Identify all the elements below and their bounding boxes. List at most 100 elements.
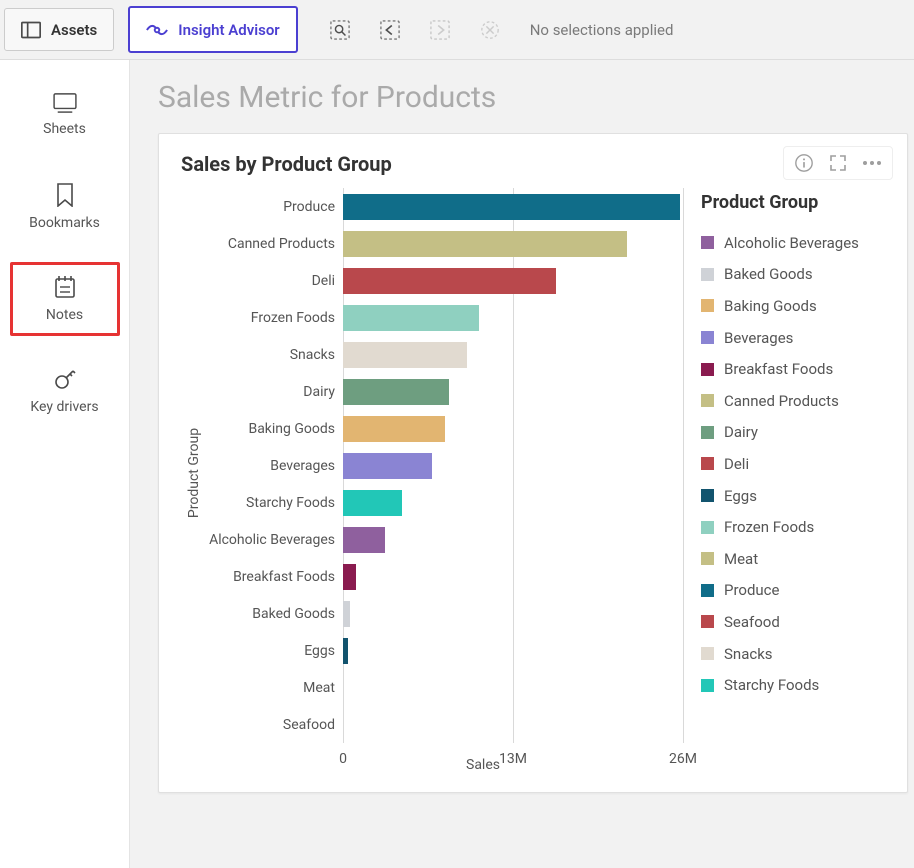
search-selections-icon[interactable] (330, 20, 350, 40)
chart-card: Sales by Product Group Product Group (158, 133, 908, 793)
selection-tools: No selections applied (302, 0, 702, 59)
legend-swatch (701, 394, 714, 407)
legend-item[interactable]: Starchy Foods (701, 669, 897, 701)
bar-row[interactable]: Starchy Foods (207, 484, 683, 521)
legend-label: Snacks (724, 645, 773, 663)
legend-item[interactable]: Produce (701, 575, 897, 607)
legend-item[interactable]: Breakfast Foods (701, 353, 897, 385)
bars-area: Produce Canned Products Deli Frozen Foods Sn… (207, 188, 683, 743)
legend-label: Seafood (724, 613, 780, 631)
bar-row[interactable]: Alcoholic Beverages (207, 521, 683, 558)
bar-row[interactable]: Frozen Foods (207, 299, 683, 336)
legend-swatch (701, 426, 714, 439)
chart-area: Product Group Produce Canned Products Deli… (181, 188, 897, 758)
x-tick: 13M (499, 751, 527, 767)
legend-label: Breakfast Foods (724, 360, 833, 378)
more-menu-icon[interactable] (862, 160, 882, 166)
bar-track (343, 638, 683, 664)
topbar: Assets Insight Advisor No selections app… (0, 0, 914, 60)
legend-label: Beverages (724, 329, 793, 347)
legend-label: Alcoholic Beverages (724, 234, 859, 252)
bar-row[interactable]: Eggs (207, 632, 683, 669)
bar-fill (343, 564, 356, 590)
bar-track (343, 416, 683, 442)
legend-item[interactable]: Snacks (701, 638, 897, 670)
legend-item[interactable]: Beverages (701, 322, 897, 354)
bar-track (343, 305, 683, 331)
legend-item[interactable]: Baked Goods (701, 259, 897, 291)
bar-label: Starchy Foods (207, 495, 343, 511)
bar-row[interactable]: Dairy (207, 373, 683, 410)
chart-controls (783, 146, 893, 180)
bar-row[interactable]: Snacks (207, 336, 683, 373)
bar-fill (343, 194, 680, 220)
main: Sales Metric for Products Sales by Produ… (130, 60, 914, 868)
legend-label: Frozen Foods (724, 518, 814, 536)
info-icon[interactable] (794, 153, 814, 173)
legend-swatch (701, 521, 714, 534)
x-axis-title: Sales (207, 749, 683, 773)
bar-row[interactable]: Baked Goods (207, 595, 683, 632)
bar-track (343, 527, 683, 553)
bar-row[interactable]: Deli (207, 262, 683, 299)
bar-fill (343, 305, 479, 331)
legend-swatch (701, 615, 714, 628)
bar-label: Seafood (207, 717, 343, 733)
bar-track (343, 231, 683, 257)
sidebar-item-notes[interactable]: Notes (10, 262, 120, 336)
bar-row[interactable]: Seafood (207, 706, 683, 743)
bar-label: Dairy (207, 384, 343, 400)
legend-item[interactable]: Meat (701, 543, 897, 575)
sheets-icon (53, 93, 77, 113)
step-back-icon[interactable] (380, 20, 400, 40)
legend-item[interactable]: Alcoholic Beverages (701, 227, 897, 259)
bar-row[interactable]: Canned Products (207, 225, 683, 262)
sidebar-item-key-drivers[interactable]: Key drivers (10, 354, 120, 428)
sidebar-item-sheets[interactable]: Sheets (10, 78, 120, 152)
legend-swatch (701, 363, 714, 376)
insight-icon (146, 22, 168, 38)
legend-label: Dairy (724, 423, 758, 441)
bar-row[interactable]: Meat (207, 669, 683, 706)
insight-advisor-button[interactable]: Insight Advisor (128, 6, 297, 53)
selections-status: No selections applied (530, 21, 674, 39)
bar-row[interactable]: Beverages (207, 447, 683, 484)
bar-label: Produce (207, 199, 343, 215)
step-forward-icon (430, 20, 450, 40)
bar-fill (343, 268, 556, 294)
legend-label: Starchy Foods (724, 676, 819, 694)
legend-item[interactable]: Seafood (701, 606, 897, 638)
legend-item[interactable]: Frozen Foods (701, 511, 897, 543)
legend-item[interactable]: Canned Products (701, 385, 897, 417)
legend-item[interactable]: Baking Goods (701, 290, 897, 322)
bar-label: Baked Goods (207, 606, 343, 622)
bar-label: Deli (207, 273, 343, 289)
assets-button[interactable]: Assets (4, 8, 114, 51)
bar-row[interactable]: Breakfast Foods (207, 558, 683, 595)
x-tick: 0 (339, 751, 347, 767)
legend-item[interactable]: Dairy (701, 417, 897, 449)
legend: Product Group Alcoholic BeveragesBaked G… (683, 188, 897, 758)
notes-icon (54, 275, 76, 299)
insight-label: Insight Advisor (178, 21, 279, 39)
legend-swatch (701, 236, 714, 249)
bar-track (343, 453, 683, 479)
bar-track (343, 379, 683, 405)
bar-row[interactable]: Baking Goods (207, 410, 683, 447)
legend-swatch (701, 584, 714, 597)
y-axis-title: Product Group (181, 188, 207, 758)
legend-item[interactable]: Eggs (701, 480, 897, 512)
bar-row[interactable]: Produce (207, 188, 683, 225)
assets-label: Assets (51, 21, 97, 39)
legend-label: Deli (724, 455, 749, 473)
bar-label: Snacks (207, 347, 343, 363)
fullscreen-icon[interactable] (830, 155, 846, 171)
y-axis-label-text: Product Group (186, 428, 202, 518)
legend-item[interactable]: Deli (701, 448, 897, 480)
bar-track (343, 601, 683, 627)
bar-label: Alcoholic Beverages (207, 532, 343, 548)
bar-track (343, 342, 683, 368)
legend-swatch (701, 679, 714, 692)
sidebar-item-bookmarks[interactable]: Bookmarks (10, 170, 120, 244)
bar-fill (343, 231, 627, 257)
